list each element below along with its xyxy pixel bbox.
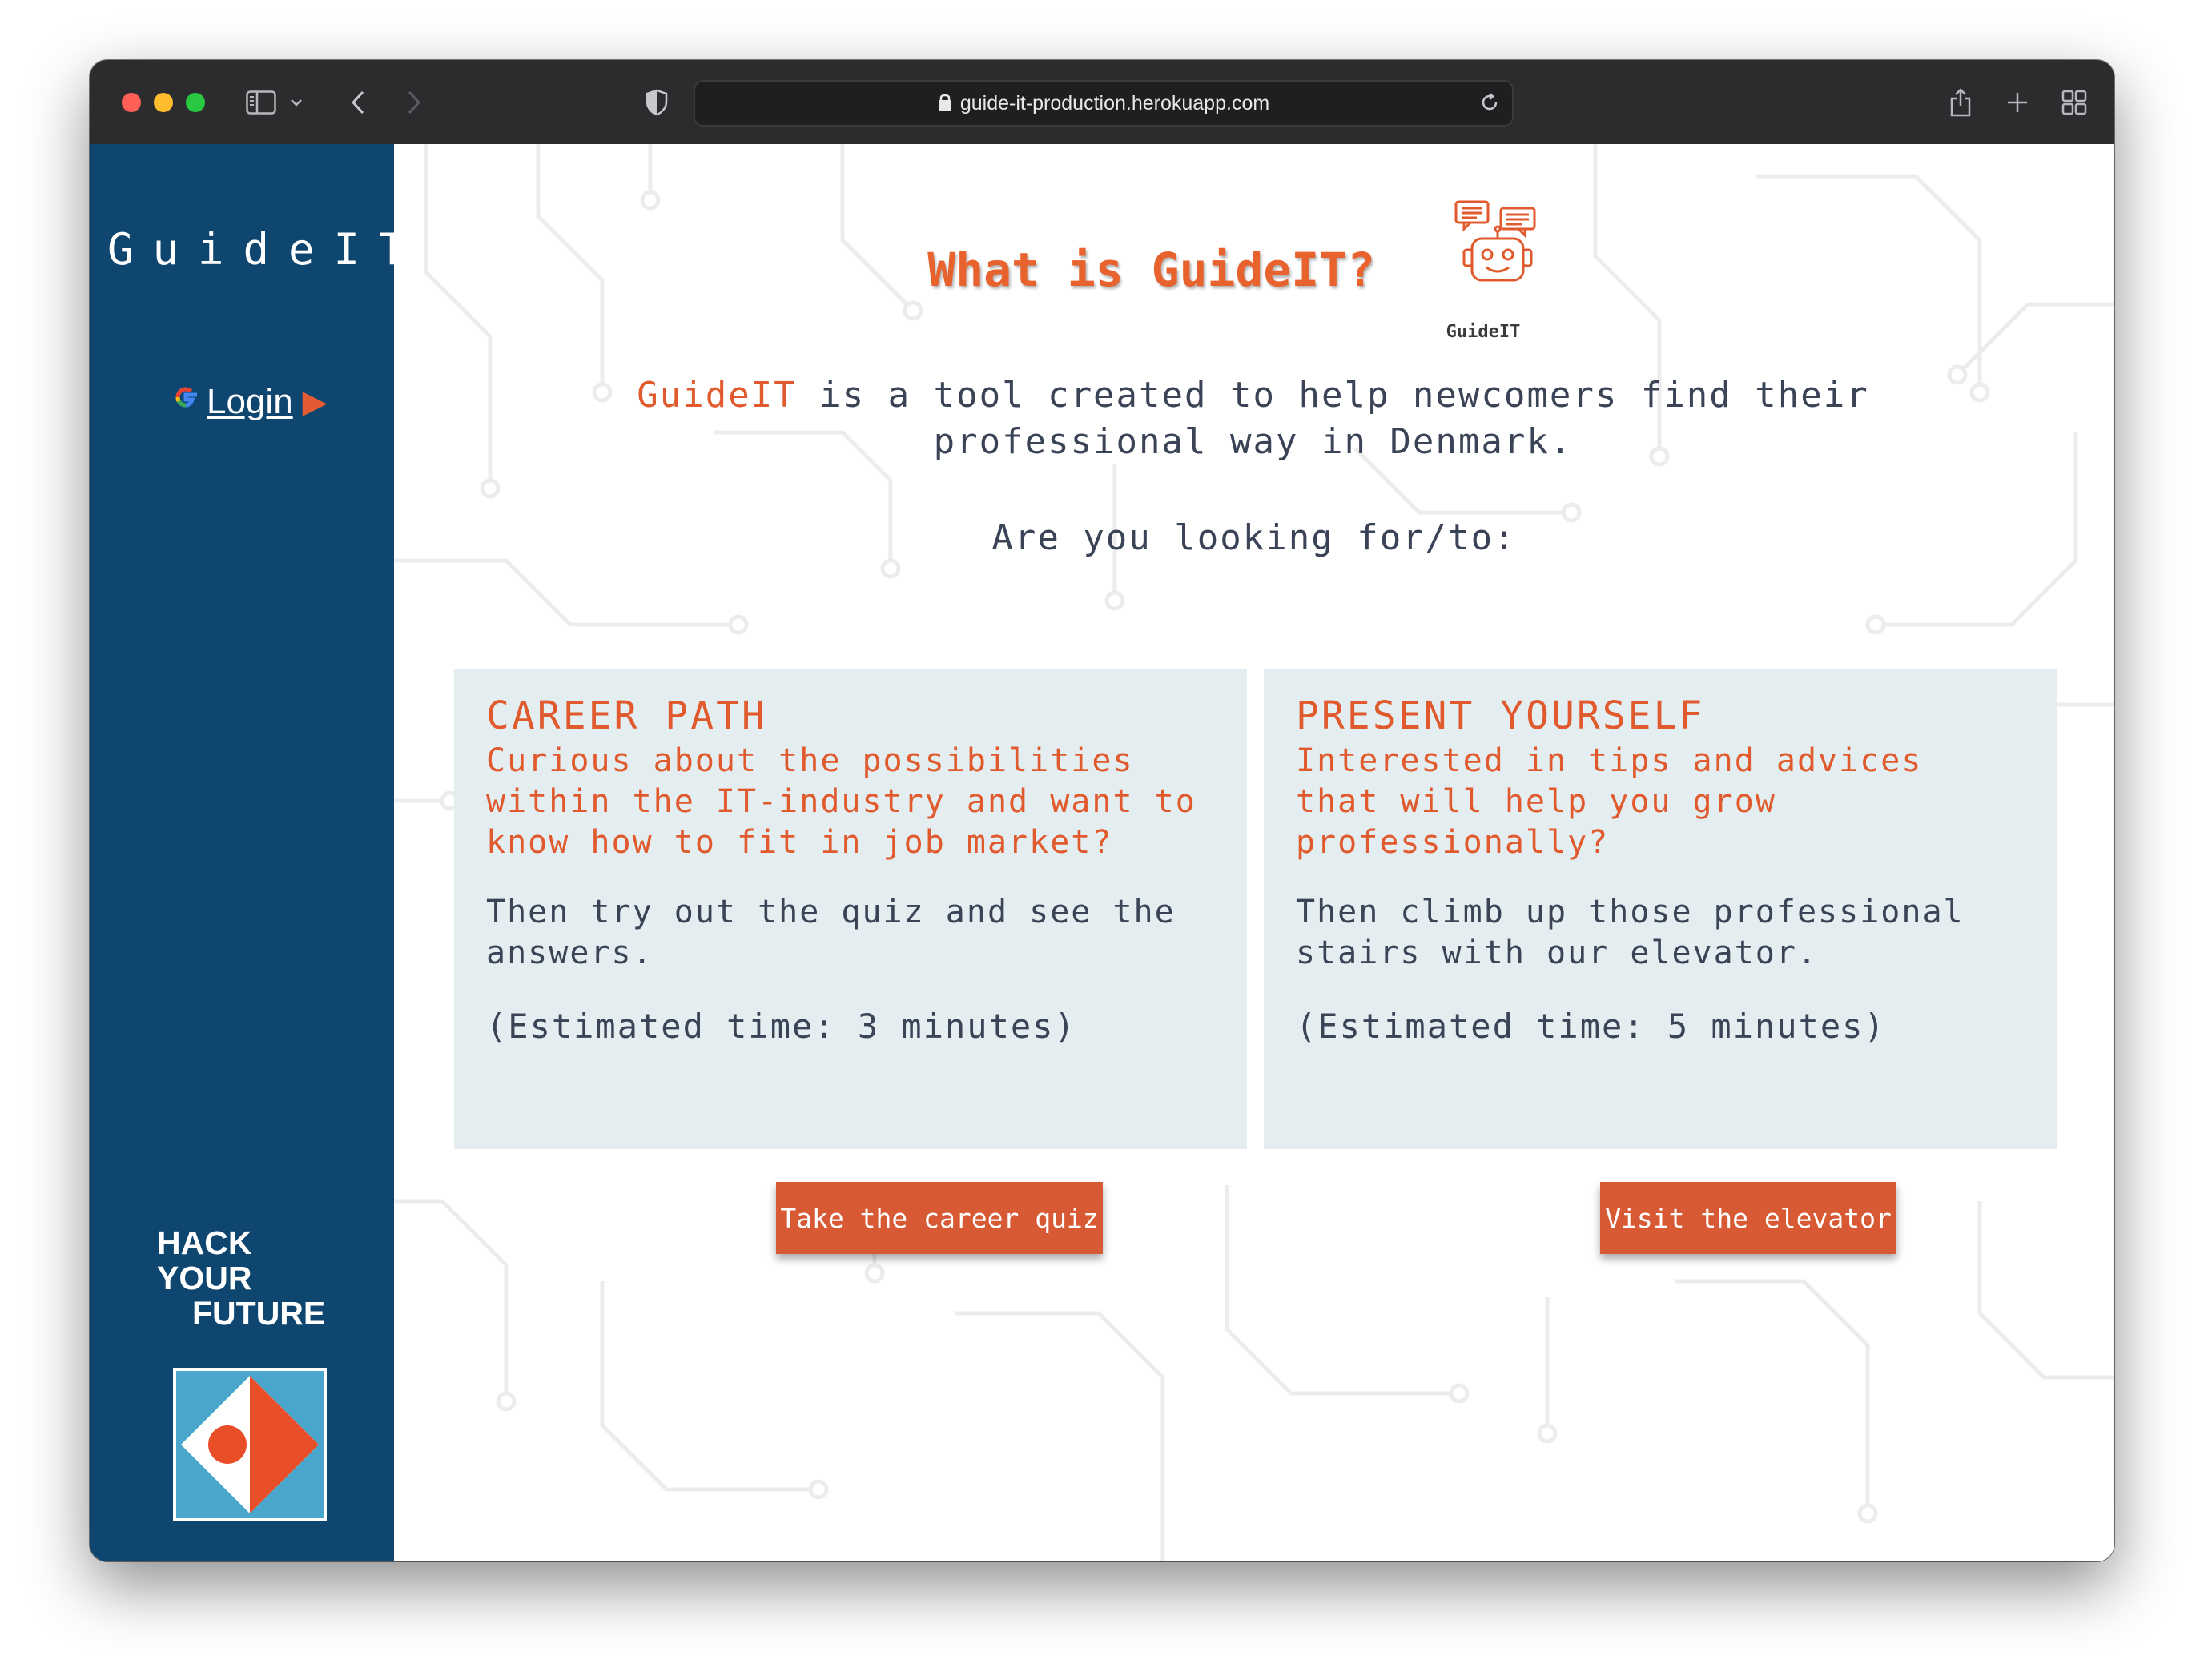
share-icon[interactable]	[1946, 84, 1975, 121]
chevron-down-icon[interactable]	[287, 84, 306, 121]
login-label[interactable]: Login	[207, 382, 293, 422]
google-icon	[170, 381, 202, 422]
take-career-quiz-button[interactable]: Take the career quiz	[776, 1182, 1103, 1254]
career-path-card: CAREER PATH Curious about the possibilit…	[454, 669, 1247, 1149]
browser-window: guide-it-production.herokuapp.com GuideI…	[90, 60, 2114, 1561]
sidebar: GuideIT Login ▶ HACK YOUR FUTURE	[90, 144, 405, 1561]
brand-logo-text[interactable]: GuideIT	[107, 224, 405, 275]
card-subtitle: Curious about the possibilities within t…	[486, 742, 1197, 861]
close-window-button[interactable]	[122, 93, 141, 112]
intro-highlight: GuideIT	[637, 375, 797, 416]
present-yourself-card: PRESENT YOURSELF Interested in tips and …	[1264, 669, 2057, 1149]
question-text: Are you looking for/to:	[991, 517, 1517, 558]
visit-elevator-button[interactable]: Visit the elevator	[1600, 1182, 1896, 1254]
tab-overview-icon[interactable]	[2060, 84, 2089, 121]
sidebar-toggle-icon[interactable]	[243, 84, 279, 121]
card-title: PRESENT YOURSELF	[1296, 693, 1705, 738]
maximize-window-button[interactable]	[186, 93, 205, 112]
intro-rest: is a tool created to help newcomers find…	[796, 375, 1869, 462]
lock-icon	[938, 92, 952, 115]
card-subtitle: Interested in tips and advices that will…	[1296, 742, 1923, 861]
minimize-window-button[interactable]	[154, 93, 173, 112]
hack-your-future-logo	[173, 1368, 327, 1525]
url-text: guide-it-production.herokuapp.com	[959, 91, 1270, 115]
page-title: What is GuideIT?	[927, 243, 1375, 297]
new-tab-icon[interactable]	[2004, 84, 2031, 121]
back-icon[interactable]	[346, 84, 370, 121]
login-link[interactable]: Login ▶	[170, 381, 327, 422]
browser-toolbar: guide-it-production.herokuapp.com	[90, 60, 2114, 145]
forward-icon[interactable]	[402, 84, 426, 121]
shield-icon[interactable]	[642, 84, 671, 121]
card-estimated-time: (Estimated time: 5 minutes)	[1296, 1007, 1886, 1046]
hack-your-future-text: HACK YOUR FUTURE	[157, 1224, 326, 1332]
card-body: Then try out the quiz and see the answer…	[486, 894, 1176, 971]
chatbot-caption: GuideIT	[1446, 322, 1521, 342]
reload-icon[interactable]	[1478, 91, 1501, 117]
card-title: CAREER PATH	[486, 693, 767, 738]
address-bar[interactable]: guide-it-production.herokuapp.com	[694, 80, 1514, 127]
login-arrow-icon: ▶	[302, 384, 328, 420]
intro-text: GuideIT is a tool created to help newcom…	[554, 372, 1952, 465]
main-content: What is GuideIT? GuideIT GuideIT is a to…	[394, 144, 2114, 1561]
card-body: Then climb up those professional stairs …	[1296, 894, 1965, 971]
web-page: GuideIT Login ▶ HACK YOUR FUTURE What is…	[90, 144, 2114, 1561]
card-estimated-time: (Estimated time: 3 minutes)	[486, 1007, 1076, 1046]
chatbot-icon[interactable]	[1453, 199, 1547, 296]
